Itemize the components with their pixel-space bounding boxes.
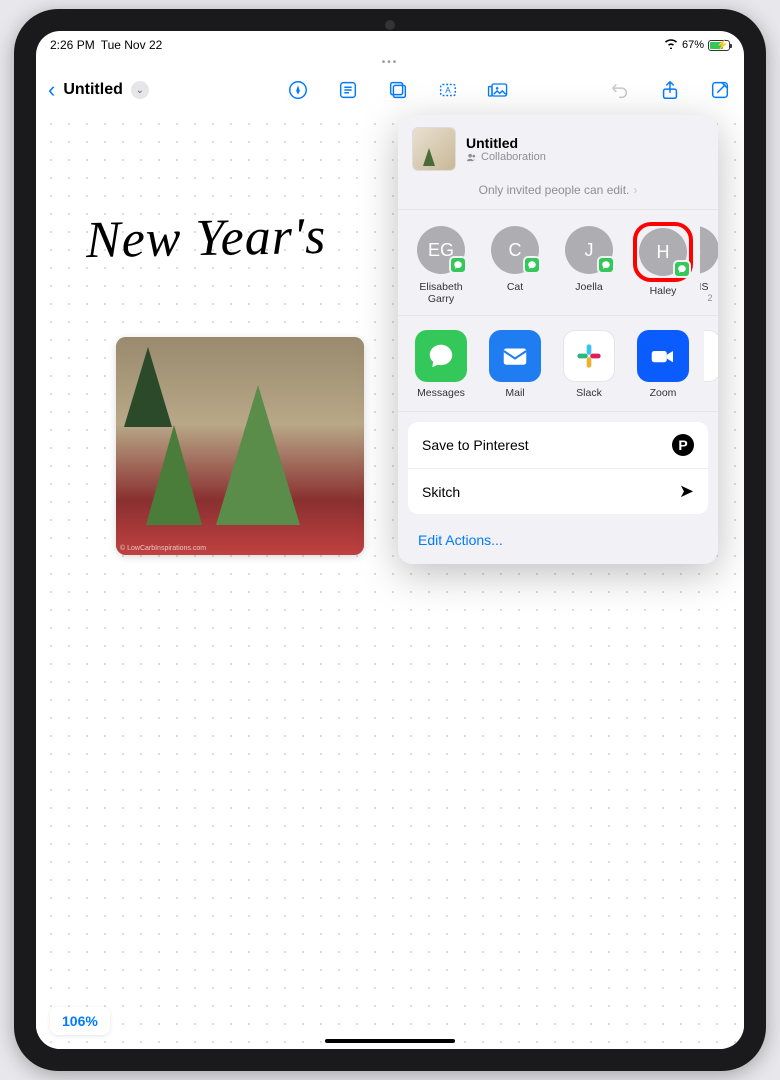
share-sheet: Untitled Collaboration Only invited peop… (398, 115, 718, 564)
status-bar: 2:26 PM Tue Nov 22 67% ⚡ (36, 31, 744, 55)
document-title[interactable]: Untitled (59, 81, 127, 99)
wifi-icon (664, 38, 678, 52)
app-messages[interactable]: Messages (408, 330, 474, 399)
sticky-tool-icon[interactable] (386, 78, 410, 102)
app-more[interactable] (704, 330, 718, 399)
messages-badge-icon (673, 260, 691, 278)
app-slack[interactable]: Slack (556, 330, 622, 399)
multitask-dots-icon[interactable]: ••• (36, 57, 744, 68)
screen: 2:26 PM Tue Nov 22 67% ⚡ ••• ‹ Untitled … (36, 31, 744, 1049)
messages-badge-icon (449, 256, 467, 274)
contact-cat[interactable]: C Cat (482, 224, 548, 305)
front-camera (385, 20, 395, 30)
messages-badge-icon (523, 256, 541, 274)
edit-actions-button[interactable]: Edit Actions... (398, 524, 718, 562)
slack-app-icon (563, 330, 615, 382)
undo-icon[interactable] (608, 78, 632, 102)
share-title: Untitled (466, 135, 704, 151)
app-mail[interactable]: Mail (482, 330, 548, 399)
mail-app-icon (489, 330, 541, 382)
skitch-icon: ➤ (679, 481, 694, 502)
title-menu-chevron-icon[interactable]: ⌄ (131, 81, 149, 99)
pinterest-icon: P (672, 434, 694, 456)
apps-row: Messages Mail Slack (398, 316, 718, 412)
back-button[interactable]: ‹ (48, 77, 55, 103)
zoom-app-icon (637, 330, 689, 382)
action-skitch[interactable]: Skitch ➤ (408, 468, 708, 514)
media-tool-icon[interactable] (486, 78, 510, 102)
share-actions-list: Save to Pinterest P Skitch ➤ (408, 422, 708, 514)
textbox-tool-icon[interactable]: A (436, 78, 460, 102)
messages-badge-icon (597, 256, 615, 274)
action-save-pinterest[interactable]: Save to Pinterest P (408, 422, 708, 468)
photo-credit: © LowCarbInspirations.com (120, 545, 206, 552)
embedded-photo[interactable]: © LowCarbInspirations.com (116, 337, 364, 555)
home-indicator[interactable] (325, 1039, 455, 1043)
handwritten-text: New Year's (86, 207, 327, 270)
contact-elisabeth[interactable]: EG Elisabeth Garry (408, 224, 474, 305)
contact-joella[interactable]: J Joella (556, 224, 622, 305)
battery-icon: ⚡ (708, 40, 730, 51)
document-thumbnail (412, 127, 456, 171)
compose-icon[interactable] (708, 78, 732, 102)
battery-percent: 67% (682, 39, 704, 51)
text-tool-icon[interactable] (336, 78, 360, 102)
more-app-icon (704, 330, 718, 382)
share-subtitle: Collaboration (466, 151, 704, 163)
status-date: Tue Nov 22 (101, 38, 163, 52)
zoom-level[interactable]: 106% (50, 1007, 110, 1035)
share-icon[interactable] (658, 78, 682, 102)
contact-more[interactable]: S SIS 2 (700, 224, 718, 305)
share-header: Untitled Collaboration (398, 115, 718, 179)
app-zoom[interactable]: Zoom (630, 330, 696, 399)
messages-app-icon (415, 330, 467, 382)
contacts-row: EG Elisabeth Garry C Cat J Joella (398, 210, 718, 316)
share-permissions-button[interactable]: Only invited people can edit.› (398, 179, 718, 210)
app-toolbar: ‹ Untitled ⌄ A (36, 68, 744, 112)
contact-haley[interactable]: H Haley (630, 224, 696, 305)
svg-text:A: A (446, 86, 452, 95)
pen-tool-icon[interactable] (286, 78, 310, 102)
status-time: 2:26 PM (50, 38, 95, 52)
ipad-frame: 2:26 PM Tue Nov 22 67% ⚡ ••• ‹ Untitled … (14, 9, 766, 1071)
